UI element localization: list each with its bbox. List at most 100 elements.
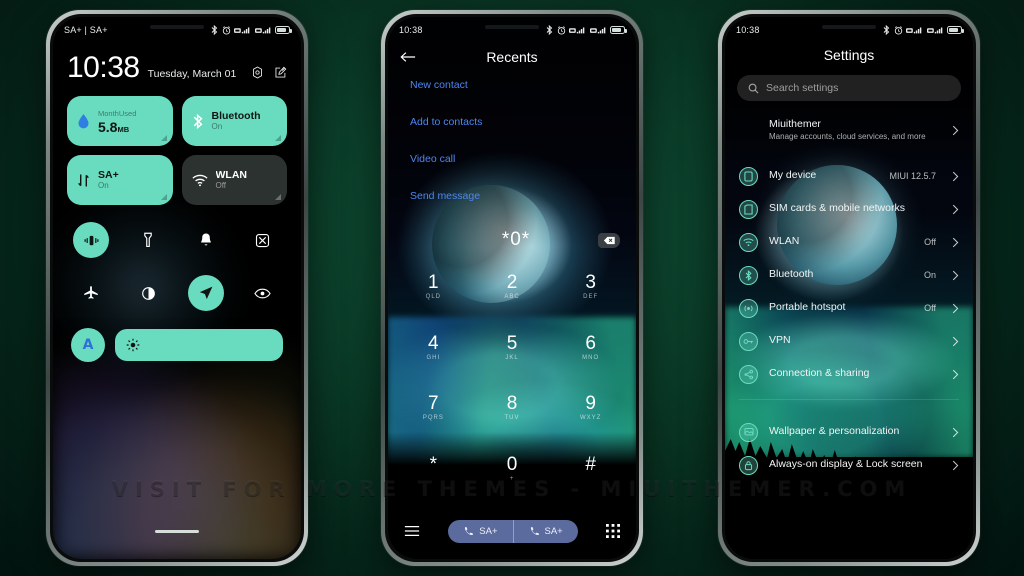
battery-icon (947, 26, 964, 34)
key-number: 5 (506, 332, 518, 354)
back-button[interactable] (400, 51, 424, 63)
phone-device-icon (739, 166, 758, 186)
settings-row-wallpaper-personalization[interactable]: Wallpaper & personalization (725, 416, 973, 449)
sim-cards-label: SIM cards & mobile networks (769, 202, 905, 215)
home-indicator[interactable] (155, 530, 199, 533)
wlan-tile-text: WLAN Off (216, 169, 248, 191)
always-on-display-text: Always-on display & Lock screen (769, 458, 925, 471)
contrast-icon (141, 286, 155, 300)
flashlight-toggle[interactable] (130, 222, 166, 258)
call-sim2-button[interactable]: SA+ (512, 519, 578, 543)
battery-icon (275, 26, 292, 34)
new-contact-link[interactable]: New contact (410, 79, 614, 91)
key-letters: QLD (425, 294, 441, 300)
bluetooth-icon (883, 25, 890, 35)
vibrate-toggle[interactable] (73, 222, 109, 258)
toggle-row-1 (67, 222, 287, 258)
add-to-contacts-link[interactable]: Add to contacts (410, 116, 614, 128)
dialpad-key-8[interactable]: 8 TUV (473, 386, 552, 430)
dialpad-key-hash[interactable]: # (551, 447, 630, 491)
dialpad-key-3[interactable]: 3 DEF (551, 265, 630, 309)
wifi-icon (739, 232, 758, 252)
eye-icon (254, 288, 272, 298)
wlan-tile[interactable]: WLAN Off (181, 155, 287, 205)
settings-row-wlan[interactable]: WLAN Off (725, 226, 973, 259)
settings-row-vpn[interactable]: VPN (725, 325, 973, 358)
dialpad-key-2[interactable]: 2 ABC (473, 265, 552, 309)
toggle-row-2 (67, 275, 287, 311)
brightness-slider[interactable] (115, 329, 283, 361)
location-arrow-icon (199, 286, 213, 300)
bluetooth-tile[interactable]: Bluetooth On (181, 96, 287, 146)
phone2-status-icons (546, 25, 627, 35)
dialed-number[interactable]: *0* (404, 229, 598, 251)
settings-row-portable-hotspot[interactable]: Portable hotspot Off (725, 292, 973, 325)
data-usage-head: Month Used (98, 109, 136, 118)
quick-settings-tiles: Month Used 5.8MB Bluetooth On SA+ On WLA… (67, 96, 287, 205)
settings-row-sim-cards[interactable]: SIM cards & mobile networks (725, 193, 973, 226)
account-name: Miuithemer (769, 118, 821, 130)
phone1-screen: SA+ | SA+ 10:38 Tuesday, March 01 Month … (53, 17, 301, 559)
search-input[interactable]: Search settings (737, 75, 961, 101)
phone2-bezel: 10:38 Recents New contact Add to contact… (385, 14, 639, 562)
dialpad-icon[interactable] (606, 524, 620, 538)
dialpad-key-0[interactable]: 0 + (473, 447, 552, 491)
call-sim1-button[interactable]: SA+ (448, 520, 512, 543)
settings-row-my-device[interactable]: My device MIUI 12.5.7 (725, 160, 973, 193)
settings-gear-icon[interactable] (251, 66, 264, 79)
bluetooth-icon (739, 265, 758, 285)
dialpad-key-star[interactable]: * (394, 447, 473, 491)
dial-input-row: *0* (388, 229, 636, 251)
mobile-data-tile-title: SA+ (98, 168, 119, 181)
dialpad-key-5[interactable]: 5 JKL (473, 326, 552, 370)
phone1-status-icons (211, 25, 292, 35)
search-icon (748, 83, 759, 93)
settings-primary-group: My device MIUI 12.5.7 SIM cards & mobile… (725, 160, 973, 391)
dialpad-key-6[interactable]: 6 MNO (551, 326, 630, 370)
menu-icon[interactable] (404, 525, 420, 537)
connection-sharing-text: Connection & sharing (769, 367, 925, 380)
lock-icon (739, 455, 758, 475)
dialpad: 1 QLD 2 ABC 3 DEF 4 GHI 5 JKL 6 MNO 7 PQRS 8 TUV… (388, 265, 636, 507)
data-usage-used-label: Used (118, 108, 137, 118)
phone3-status-bar: 10:38 (725, 17, 973, 43)
airplane-toggle[interactable] (73, 275, 109, 311)
dialpad-key-9[interactable]: 9 WXYZ (551, 386, 630, 430)
video-call-link[interactable]: Video call (410, 153, 614, 165)
chevron-right-icon (952, 171, 959, 181)
sim2-signal-icon (254, 26, 270, 33)
screenshot-toggle[interactable] (245, 222, 281, 258)
connection-sharing-label: Connection & sharing (769, 367, 870, 380)
settings-row-bluetooth[interactable]: Bluetooth On (725, 259, 973, 292)
battery-icon (610, 26, 627, 34)
key-number: 9 (585, 393, 596, 414)
data-usage-value: 5.8MB (98, 120, 136, 134)
my-device-label: My device (769, 169, 817, 182)
phone3-screen: 10:38 Settings Search settings Miuitheme… (725, 17, 973, 559)
dialpad-key-4[interactable]: 4 GHI (394, 326, 473, 370)
dialpad-key-1[interactable]: 1 QLD (394, 265, 473, 309)
key-number: 0 (506, 453, 518, 475)
dialpad-key-7[interactable]: 7 PQRS (394, 386, 473, 430)
key-letters: GHI (426, 354, 441, 361)
location-toggle[interactable] (187, 275, 224, 311)
backspace-button[interactable] (598, 232, 620, 248)
settings-row-connection-sharing[interactable]: Connection & sharing (725, 358, 973, 391)
mobile-data-tile-state: On (98, 180, 109, 190)
settings-row-account[interactable]: Miuithemer Manage accounts, cloud servic… (725, 111, 973, 150)
dark-mode-toggle[interactable] (130, 275, 166, 311)
send-message-link[interactable]: Send message (410, 190, 614, 202)
phone1-bezel: SA+ | SA+ 10:38 Tuesday, March 01 Month … (50, 14, 304, 562)
back-arrow-icon (400, 52, 416, 62)
data-usage-tile[interactable]: Month Used 5.8MB (67, 96, 173, 146)
edit-icon[interactable] (274, 66, 287, 79)
clock-date: Tuesday, March 01 (147, 68, 237, 80)
chevron-right-icon (952, 270, 959, 280)
auto-brightness-button[interactable]: A (71, 328, 105, 362)
sim2-signal-icon (926, 26, 942, 33)
vpn-text: VPN (769, 334, 925, 347)
reading-mode-toggle[interactable] (245, 275, 281, 311)
settings-row-always-on-display-lock-screen[interactable]: Always-on display & Lock screen (725, 449, 973, 482)
mobile-data-tile[interactable]: SA+ On (67, 155, 173, 205)
ringer-toggle[interactable] (188, 222, 224, 258)
